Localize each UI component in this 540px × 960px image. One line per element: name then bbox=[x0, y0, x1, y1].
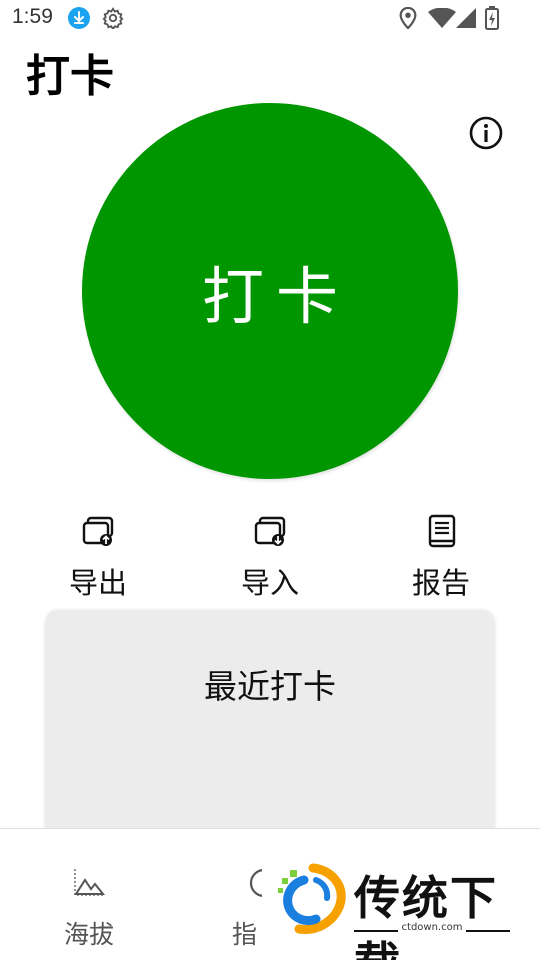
status-bar: 1:59 bbox=[0, 0, 540, 36]
settings-icon bbox=[102, 7, 124, 33]
page-title: 打卡 bbox=[26, 51, 114, 102]
watermark: 传统下载 ctdown.com bbox=[262, 852, 540, 960]
checkin-label: 打卡 bbox=[201, 260, 350, 333]
import-button[interactable]: 导入 bbox=[215, 514, 325, 600]
recent-checkins-title: 最近打卡 bbox=[204, 667, 336, 706]
battery-icon bbox=[485, 6, 499, 34]
info-icon bbox=[469, 116, 503, 150]
report-icon bbox=[428, 514, 456, 548]
watermark-line-right bbox=[466, 930, 510, 932]
signal-icon bbox=[456, 8, 476, 32]
recent-checkins-card: 最近打卡 bbox=[46, 610, 494, 840]
nav-compass-label: 指 bbox=[232, 920, 258, 949]
import-icon bbox=[254, 516, 286, 546]
watermark-text: 传统下载 bbox=[354, 871, 498, 960]
wifi-icon bbox=[428, 7, 456, 32]
checkin-button[interactable]: 打卡 bbox=[82, 103, 458, 479]
mountain-icon bbox=[74, 869, 106, 896]
status-time: 1:59 bbox=[12, 5, 53, 28]
location-icon bbox=[398, 6, 418, 33]
info-button[interactable] bbox=[468, 115, 504, 151]
nav-altitude-label: 海拔 bbox=[64, 920, 115, 949]
report-button[interactable]: 报告 bbox=[386, 514, 496, 600]
export-icon bbox=[82, 516, 114, 546]
export-label: 导出 bbox=[68, 566, 127, 600]
export-button[interactable]: 导出 bbox=[43, 514, 153, 600]
nav-altitude[interactable]: 海拔 bbox=[40, 829, 140, 960]
report-label: 报告 bbox=[411, 566, 470, 600]
download-icon bbox=[68, 7, 90, 33]
import-label: 导入 bbox=[240, 566, 299, 600]
watermark-logo bbox=[278, 863, 346, 934]
